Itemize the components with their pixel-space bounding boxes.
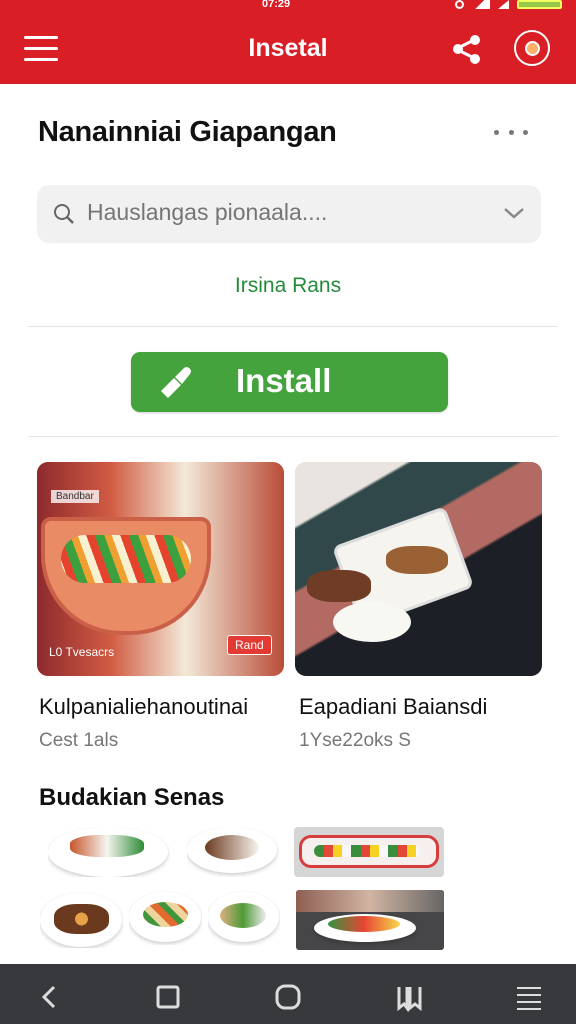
section-title: Budakian Senas	[39, 784, 225, 811]
food-thumbnail[interactable]	[296, 890, 444, 950]
status-time: 07:29	[262, 0, 291, 10]
battery-icon	[517, 0, 562, 9]
vegetable-stripes	[61, 535, 191, 583]
food-thumbnail[interactable]	[187, 827, 279, 877]
app-bar: Insetal	[0, 12, 576, 84]
bottom-navigation	[0, 964, 576, 1024]
divider	[28, 436, 558, 437]
food-card-left-meta: Cest 1als	[39, 730, 119, 751]
profile-icon[interactable]	[514, 30, 550, 66]
search-field[interactable]	[37, 185, 541, 243]
food-thumbnail[interactable]	[129, 890, 202, 945]
chevron-down-icon[interactable]	[503, 205, 525, 221]
back-icon[interactable]	[34, 980, 68, 1014]
recipe-tag[interactable]: Rand	[227, 635, 272, 655]
wifi-icon	[472, 0, 490, 9]
food-thumbnail[interactable]	[40, 890, 123, 948]
food-card-right[interactable]	[295, 462, 542, 676]
divider	[28, 326, 558, 327]
rice-dish	[333, 602, 411, 642]
install-icon	[161, 367, 191, 398]
more-options-icon[interactable]	[494, 126, 528, 138]
food-card-right-title: Eapadiani Baiansdi	[299, 694, 488, 719]
search-icon	[54, 204, 74, 224]
home-icon[interactable]	[271, 980, 305, 1014]
signal-icon	[498, 0, 509, 9]
bookmarks-icon[interactable]	[393, 980, 427, 1014]
food-badge: Bandbar	[51, 490, 99, 503]
menu-icon[interactable]	[512, 980, 546, 1014]
food-thumbnail[interactable]	[294, 827, 444, 877]
install-button-label: Install	[236, 362, 332, 399]
food-card-left-title: Kulpanialiehanoutinai	[39, 694, 249, 719]
main-content: Nanainniai Giapangan Irsina Rans Install…	[0, 84, 576, 964]
secondary-link[interactable]: Irsina Rans	[0, 274, 576, 298]
food-thumbnail[interactable]	[208, 890, 280, 946]
app-title: Insetal	[248, 34, 328, 62]
status-icons	[455, 0, 562, 9]
recent-apps-icon[interactable]	[151, 980, 185, 1014]
food-thumbnail[interactable]	[48, 827, 170, 877]
bottom-left-label: L0 Tvesacrs	[49, 645, 115, 659]
food-card-right-meta: 1Yse22oks S	[299, 730, 411, 751]
status-bar: 07:29	[0, 0, 576, 12]
vegetables-dish	[386, 546, 448, 574]
page-title: Nanainniai Giapangan	[38, 116, 337, 148]
share-icon[interactable]	[450, 32, 484, 66]
search-input[interactable]	[87, 199, 467, 226]
beef-dish	[307, 570, 371, 602]
install-button[interactable]: Install	[131, 352, 448, 412]
alarm-icon	[455, 0, 464, 9]
food-card-left[interactable]: Bandbar L0 Tvesacrs Rand	[37, 462, 284, 676]
